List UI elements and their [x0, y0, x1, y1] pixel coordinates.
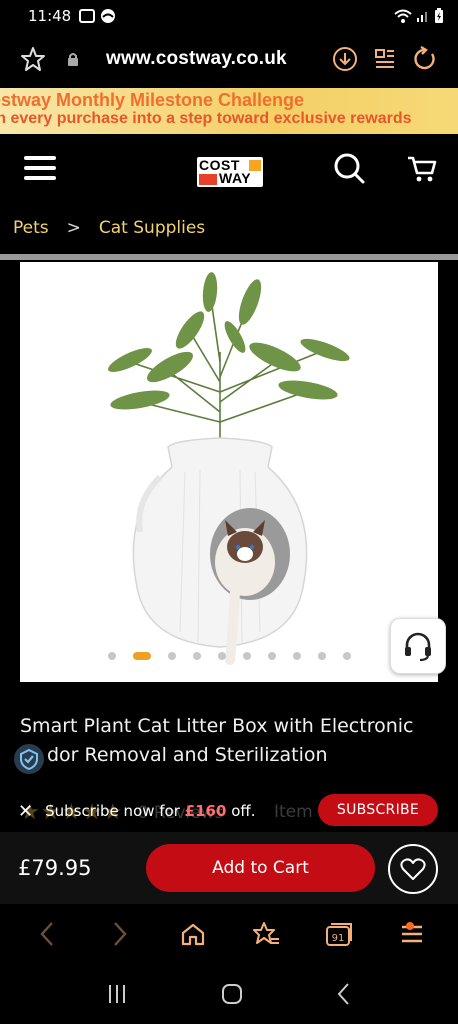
- gallery-dot[interactable]: [132, 652, 151, 660]
- status-time: 11:48: [28, 7, 72, 25]
- lock-icon[interactable]: [66, 51, 80, 67]
- url-text[interactable]: www.costway.co.uk: [106, 48, 287, 70]
- verified-badge[interactable]: [14, 744, 44, 774]
- divider: [0, 254, 458, 260]
- download-icon[interactable]: [332, 46, 358, 72]
- tabs-count: 91: [331, 933, 344, 944]
- gallery-dots[interactable]: [20, 652, 438, 660]
- search-icon[interactable]: [333, 152, 365, 184]
- gallery-dot[interactable]: [292, 652, 301, 660]
- cloud-notification-icon: [101, 9, 116, 23]
- gallery-dot[interactable]: [342, 652, 351, 660]
- costway-logo[interactable]: COST WAY: [197, 157, 263, 187]
- cart-bar: £79.95 Add to Cart: [0, 832, 458, 904]
- gallery-dot[interactable]: [107, 652, 116, 660]
- subscribe-text: Subscribe now for £160 off.: [45, 802, 256, 820]
- subscribe-amount: £160: [184, 802, 227, 820]
- system-back-icon[interactable]: [336, 982, 352, 1006]
- gallery-dot[interactable]: [217, 652, 226, 660]
- wifi-icon: [394, 9, 412, 23]
- support-button[interactable]: [390, 618, 446, 674]
- forward-button[interactable]: [100, 914, 140, 954]
- chevron-left-icon: [39, 922, 53, 946]
- reader-mode-icon[interactable]: [374, 47, 396, 71]
- star-list-icon: [252, 922, 279, 944]
- bookmarks-button[interactable]: [246, 914, 286, 954]
- gallery-dot[interactable]: [267, 652, 276, 660]
- add-to-cart-button[interactable]: Add to Cart: [146, 844, 375, 892]
- subscribe-button[interactable]: SUBSCRIBE: [318, 794, 438, 826]
- recent-apps-icon[interactable]: [106, 983, 128, 1005]
- gallery-dot[interactable]: [192, 652, 201, 660]
- tabs-icon: 91: [325, 923, 352, 946]
- bookmark-star-icon[interactable]: [20, 46, 46, 72]
- home-icon: [181, 923, 204, 946]
- promo-banner[interactable]: ostway Monthly Milestone Challenge rn ev…: [0, 88, 458, 134]
- chevron-right-icon: [113, 922, 127, 946]
- refresh-icon[interactable]: [412, 46, 438, 72]
- home-circle-icon[interactable]: [220, 982, 244, 1006]
- back-button[interactable]: [27, 914, 67, 954]
- signal-icon: [417, 12, 427, 22]
- subscribe-bar: ✕ Subscribe now for £160 off. SUBSCRIBE: [18, 794, 438, 828]
- breadcrumb-separator: >: [66, 218, 81, 238]
- promo-subtitle: rn every purchase into a step toward exc…: [0, 110, 412, 127]
- gallery-dot[interactable]: [167, 652, 176, 660]
- tabs-button[interactable]: 91: [319, 914, 359, 954]
- product-title: Smart Plant Cat Litter Box with Electron…: [20, 712, 440, 770]
- status-bar: 11:48: [0, 0, 458, 32]
- gallery-notification-icon: [79, 9, 96, 23]
- wishlist-button[interactable]: [388, 844, 438, 894]
- product-image: [108, 272, 350, 665]
- product-price: £79.95: [18, 856, 92, 880]
- menu-icon[interactable]: [24, 156, 56, 180]
- headset-icon: [405, 632, 431, 662]
- product-image-gallery[interactable]: [20, 262, 438, 682]
- cart-icon[interactable]: [406, 152, 438, 184]
- breadcrumb: Pets > Cat Supplies: [0, 202, 458, 254]
- product-title-line-1: Smart Plant Cat Litter Box with Electron…: [20, 715, 414, 737]
- logo-text-bottom: WAY: [219, 170, 252, 186]
- browser-toolbar: 91: [0, 904, 458, 964]
- check-shield-icon: [20, 748, 38, 770]
- gallery-dot[interactable]: [317, 652, 326, 660]
- browser-menu-button[interactable]: [392, 914, 432, 954]
- notification-dot: [405, 922, 414, 930]
- promo-title: ostway Monthly Milestone Challenge: [0, 90, 305, 110]
- system-navigation-bar: [0, 964, 458, 1024]
- home-button[interactable]: [173, 914, 213, 954]
- heart-icon: [400, 858, 426, 880]
- breadcrumb-pets[interactable]: Pets: [13, 218, 49, 238]
- browser-url-bar: www.costway.co.uk: [0, 32, 458, 86]
- close-icon[interactable]: ✕: [18, 801, 33, 822]
- gallery-dot[interactable]: [242, 652, 251, 660]
- battery-icon: [435, 8, 443, 23]
- breadcrumb-cat-supplies[interactable]: Cat Supplies: [99, 218, 205, 238]
- site-header: COST WAY: [0, 134, 458, 202]
- product-title-line-2: dor Removal and Sterilization: [47, 744, 328, 766]
